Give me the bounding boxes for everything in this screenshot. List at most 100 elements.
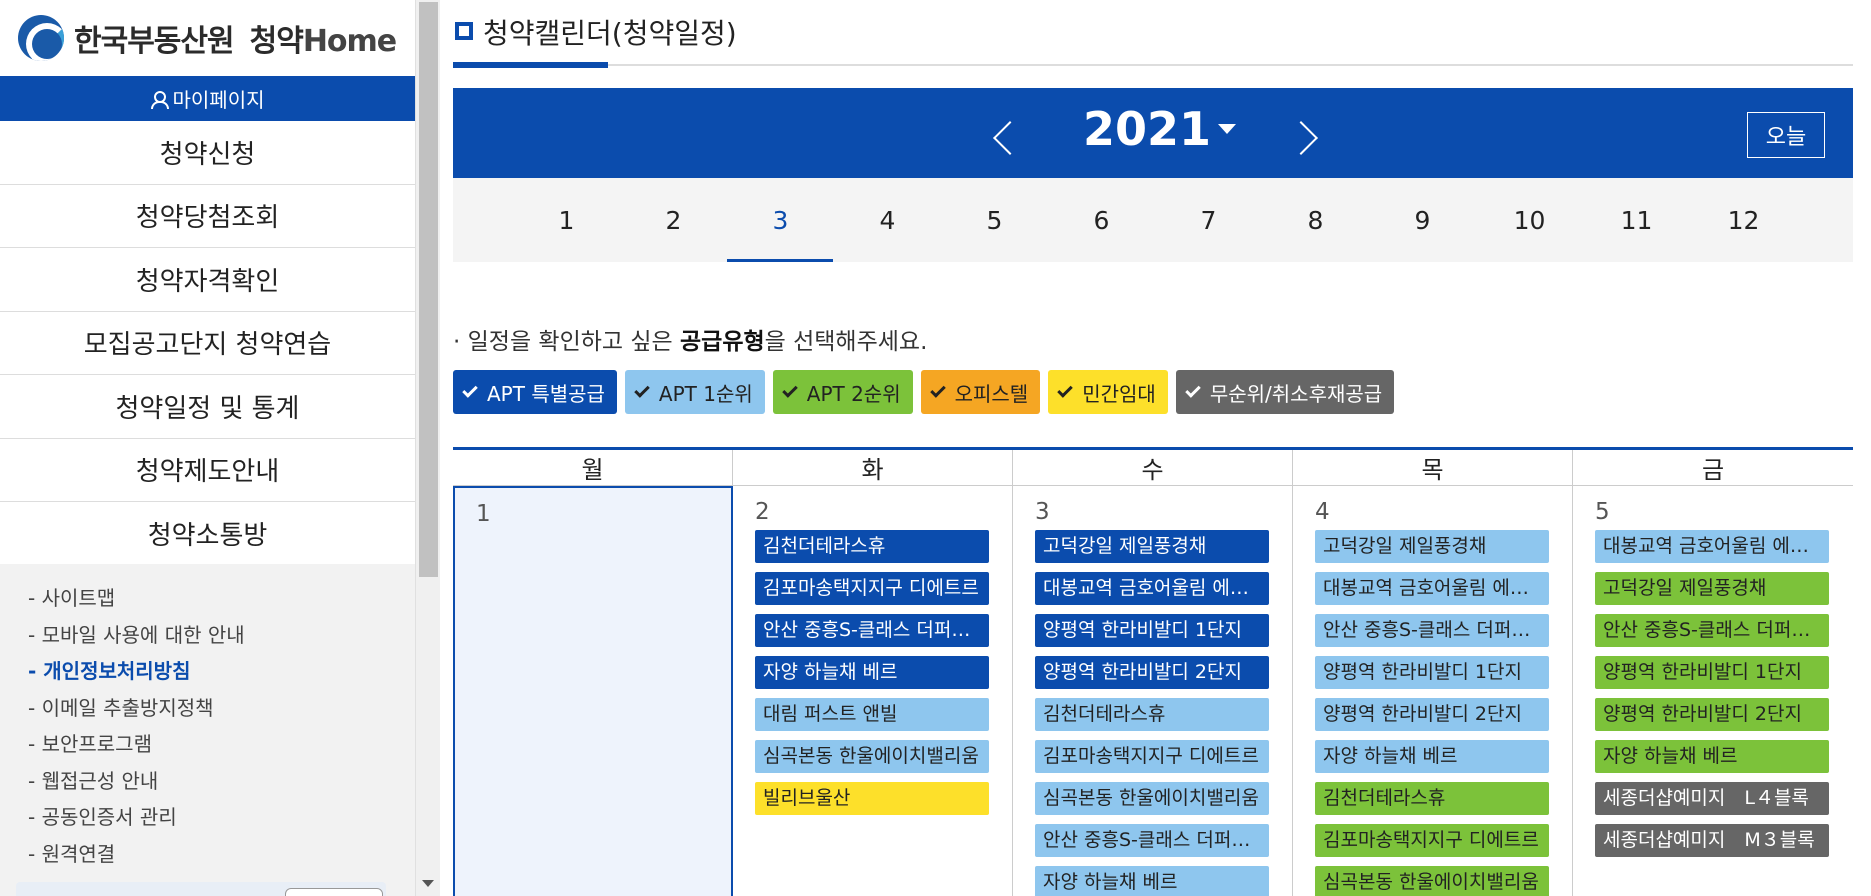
sidebar-banner-button[interactable] <box>285 888 383 896</box>
filter-label: 오피스텔 <box>954 381 1029 406</box>
calendar-event[interactable]: 자양 하늘채 베르 <box>1595 740 1829 773</box>
title-underline <box>453 62 608 68</box>
day-number: 2 <box>755 499 770 525</box>
month-tab[interactable]: 6 <box>1048 178 1155 262</box>
supply-type-filter[interactable]: APT 1순위 <box>624 370 765 414</box>
sidebar-menu-item[interactable]: 모집공고단지 청약연습 <box>0 312 415 375</box>
supply-type-filter[interactable]: APT 2순위 <box>772 370 913 414</box>
supply-type-filter[interactable]: APT 특별공급 <box>453 370 617 414</box>
month-tab[interactable]: 2 <box>620 178 727 262</box>
sidebar-scrollbar[interactable] <box>415 0 440 896</box>
day-number: 3 <box>1035 499 1050 525</box>
calendar-event[interactable]: 대봉교역 금호어울림 에듀포레 <box>1035 572 1269 605</box>
sidebar-menu-item[interactable]: 청약제도안내 <box>0 439 415 502</box>
calendar-day-cell[interactable]: 3 고덕강일 제일풍경채대봉교역 금호어울림 에듀포레양평역 한라비발디 1단지양… <box>1013 486 1293 896</box>
calendar-event[interactable]: 김천더테라스휴 <box>1035 698 1269 731</box>
calendar-event[interactable]: 심곡본동 한울에이치밸리움 <box>1035 782 1269 815</box>
scroll-down-arrow-icon[interactable] <box>422 880 434 887</box>
calendar-event[interactable]: 고덕강일 제일풍경채 <box>1315 530 1549 563</box>
calendar-event[interactable]: 자양 하늘채 베르 <box>755 656 989 689</box>
calendar-event[interactable]: 고덕강일 제일풍경채 <box>1595 572 1829 605</box>
filter-label: 무순위/취소후재공급 <box>1209 381 1383 406</box>
prev-year-chevron-icon[interactable] <box>988 118 1016 160</box>
sidebar-sublink[interactable]: - 모바일 사용에 대한 안내 <box>28 617 415 654</box>
calendar-event[interactable]: 양평역 한라비발디 1단지 <box>1035 614 1269 647</box>
calendar-event[interactable]: 안산 중흥S-클래스 더퍼스트 <box>1595 614 1829 647</box>
mypage-label: 마이페이지 <box>172 88 265 112</box>
month-tab[interactable]: 9 <box>1369 178 1476 262</box>
calendar-event[interactable]: 안산 중흥S-클래스 더퍼스트 <box>1315 614 1549 647</box>
next-year-chevron-icon[interactable] <box>1293 118 1321 160</box>
sidebar-sublink[interactable]: - 개인정보처리방침 <box>28 653 415 690</box>
title-divider <box>453 64 1853 66</box>
calendar-day-cell[interactable]: 1 <box>453 486 733 896</box>
day-number: 4 <box>1315 499 1330 525</box>
calendar-event[interactable]: 양평역 한라비발디 1단지 <box>1595 656 1829 689</box>
sidebar-menu-item[interactable]: 청약자격확인 <box>0 248 415 312</box>
calendar-event[interactable]: 심곡본동 한울에이치밸리움 <box>755 740 989 773</box>
supply-type-filter[interactable]: 무순위/취소후재공급 <box>1175 370 1395 414</box>
calendar-event[interactable]: 안산 중흥S-클래스 더퍼스트 <box>755 614 989 647</box>
calendar-event[interactable]: 대봉교역 금호어울림 에듀포레 <box>1595 530 1829 563</box>
year-dropdown-caret-icon[interactable] <box>1218 124 1236 134</box>
month-tab[interactable]: 8 <box>1262 178 1369 262</box>
calendar-event[interactable]: 양평역 한라비발디 2단지 <box>1315 698 1549 731</box>
logo[interactable]: 한국부동산원 청약Home <box>0 0 415 76</box>
square-bullet-icon <box>455 22 473 40</box>
calendar-weekday-header: 월화수목 금 <box>453 450 1853 486</box>
calendar-event[interactable]: 세종더샵예미지 M３블록 <box>1595 824 1829 857</box>
calendar-event[interactable]: 빌리브울산 <box>755 782 989 815</box>
calendar-event[interactable]: 김천더테라스휴 <box>755 530 989 563</box>
checkmark-icon <box>1057 382 1073 398</box>
calendar-event[interactable]: 심곡본동 한울에이치밸리움 <box>1315 866 1549 896</box>
month-tab[interactable]: 11 <box>1583 178 1690 262</box>
checkmark-icon <box>634 382 650 398</box>
month-tab[interactable]: 5 <box>941 178 1048 262</box>
calendar: 월화수목금 1 2 김천더테라스휴 김포마송택지지구 디에트르 안산 중흥S-클래스 더… <box>453 447 1853 896</box>
month-tab[interactable]: 1 <box>513 178 620 262</box>
month-tab[interactable]: 4 <box>834 178 941 262</box>
calendar-day-cell[interactable]: 2 김천더테라스휴김포마송택지지구 디에트르안산 중흥S-클래스 더퍼스트자양 하… <box>733 486 1013 896</box>
calendar-event[interactable]: 대봉교역 금호어울림 에듀포레 <box>1315 572 1549 605</box>
sidebar-sublink[interactable]: - 보안프로그램 <box>28 726 415 763</box>
calendar-event[interactable]: 안산 중흥S-클래스 더퍼스트 <box>1035 824 1269 857</box>
calendar-event[interactable]: 양평역 한라비발디 2단지 <box>1035 656 1269 689</box>
month-tabs: 1 2 3 4 5 6 7 8 9 10 11 12 <box>453 178 1853 262</box>
supply-type-filter[interactable]: 민간임대 <box>1048 370 1168 414</box>
sidebar-sublink[interactable]: - 웹접근성 안내 <box>28 763 415 800</box>
sidebar-menu-item[interactable]: 청약신청 <box>0 121 415 185</box>
calendar-event[interactable]: 대림 퍼스트 앤빌 <box>755 698 989 731</box>
calendar-event[interactable]: 김포마송택지지구 디에트르 <box>1315 824 1549 857</box>
year-label[interactable]: 2021 <box>1083 102 1211 156</box>
calendar-day-cell[interactable]: 4 고덕강일 제일풍경채대봉교역 금호어울림 에듀포레안산 중흥S-클래스 더퍼스… <box>1293 486 1573 896</box>
sidebar-menu-item[interactable]: 청약일정 및 통계 <box>0 375 415 439</box>
sidebar-menu-item[interactable]: 청약소통방 <box>0 502 415 566</box>
sidebar-sublinks: - 사이트맵 - 모바일 사용에 대한 안내 - 개인정보처리방침 - 이메일 추출방… <box>0 564 415 896</box>
sidebar-sublink[interactable]: - 사이트맵 <box>28 580 415 617</box>
month-tab[interactable]: 3 <box>727 178 834 262</box>
calendar-event[interactable]: 양평역 한라비발디 1단지 <box>1315 656 1549 689</box>
month-tab[interactable]: 10 <box>1476 178 1583 262</box>
sidebar-sublink[interactable]: - 이메일 추출방지정책 <box>28 690 415 727</box>
sidebar-sublink[interactable]: - 공동인증서 관리 <box>28 799 415 836</box>
calendar-event[interactable]: 김포마송택지지구 디에트르 <box>755 572 989 605</box>
supply-type-filter[interactable]: 오피스텔 <box>920 370 1041 414</box>
calendar-event[interactable]: 세종더샵예미지 L４블록 <box>1595 782 1829 815</box>
main-content: 청약캘린더(청약일정) 2021 오늘 1 2 3 4 5 6 7 8 9 10 11 12 · 일정… <box>453 0 1853 896</box>
filter-label: APT 2순위 <box>806 381 901 406</box>
filter-label: APT 특별공급 <box>487 381 605 406</box>
sidebar-menu-item[interactable]: 청약당첨조회 <box>0 185 415 248</box>
calendar-event[interactable]: 김천더테라스휴 <box>1315 782 1549 815</box>
scrollbar-thumb[interactable] <box>419 2 438 577</box>
month-tab[interactable]: 12 <box>1690 178 1797 262</box>
sidebar-sublink[interactable]: - 원격연결 <box>28 836 415 873</box>
calendar-day-cell[interactable]: 5 대봉교역 금호어울림 에듀포레 고덕강일 제일풍경채 안산 중흥S-클래스 더퍼스… <box>1573 486 1853 896</box>
mypage-button[interactable]: 마이페이지 <box>0 76 415 121</box>
calendar-event[interactable]: 자양 하늘채 베르 <box>1035 866 1269 896</box>
today-button[interactable]: 오늘 <box>1747 112 1825 158</box>
calendar-event[interactable]: 자양 하늘채 베르 <box>1315 740 1549 773</box>
calendar-event[interactable]: 고덕강일 제일풍경채 <box>1035 530 1269 563</box>
month-tab[interactable]: 7 <box>1155 178 1262 262</box>
calendar-event[interactable]: 양평역 한라비발디 2단지 <box>1595 698 1829 731</box>
calendar-event[interactable]: 김포마송택지지구 디에트르 <box>1035 740 1269 773</box>
